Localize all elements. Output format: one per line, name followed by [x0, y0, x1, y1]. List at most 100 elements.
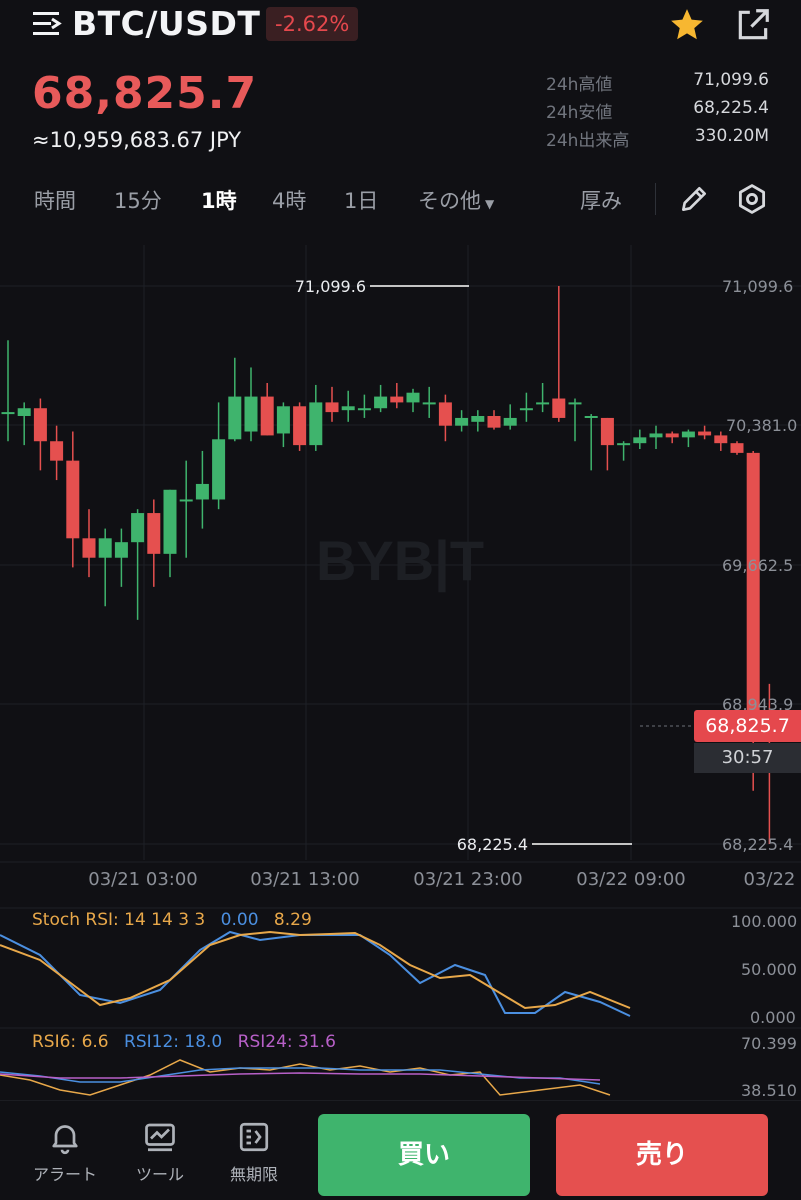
- candle-body: [98, 538, 112, 558]
- y-tick: 69,662.5: [722, 556, 793, 575]
- candle-body: [746, 452, 760, 715]
- symbol-title[interactable]: BTC/USDT: [72, 4, 260, 43]
- nav-perpetual[interactable]: 無期限: [214, 1119, 294, 1185]
- current-price-tag: 68,825.7: [694, 710, 801, 742]
- stoch-label: Stoch RSI: 14 14 3 3: [32, 910, 205, 930]
- candle-body: [147, 513, 161, 554]
- candle-body: [374, 396, 388, 409]
- perpetual-icon: [239, 1122, 269, 1152]
- jpy-equivalent: ≈10,959,683.67 JPY: [32, 128, 242, 152]
- candle-body: [519, 408, 533, 411]
- x-tick: 03/22 1: [743, 869, 801, 890]
- candle-body: [406, 392, 420, 403]
- nav-alert-label: アラート: [32, 1165, 97, 1184]
- nav-tools-label: ツール: [135, 1165, 184, 1184]
- rsi-tick: 38.510: [741, 1081, 797, 1100]
- stoch-tick: 0.000: [750, 1008, 796, 1027]
- stat-label-24h-high: 24h高値: [546, 75, 613, 95]
- candle-countdown: 30:57: [694, 743, 801, 773]
- candle-body: [455, 417, 469, 426]
- candle-body: [617, 443, 631, 446]
- candle-body: [584, 415, 598, 418]
- rsi24-line: [0, 1072, 601, 1081]
- divider: [655, 183, 656, 215]
- candle-body: [536, 402, 550, 405]
- watermark-logo: BYB|T: [316, 529, 484, 593]
- nav-tools[interactable]: ツール: [120, 1119, 200, 1185]
- candle-body: [357, 408, 371, 411]
- candle-body: [293, 406, 307, 446]
- candle-body: [714, 435, 728, 444]
- low-marker-label: 68,225.4: [457, 835, 528, 854]
- candle-body: [325, 402, 339, 413]
- candle-body: [665, 433, 679, 438]
- favorite-star-icon[interactable]: [668, 6, 706, 44]
- tf-more-label: その他: [418, 189, 481, 213]
- candle-body: [698, 431, 712, 436]
- chart-tool-icon: [145, 1123, 175, 1152]
- x-tick: 03/21 03:00: [88, 869, 197, 890]
- y-tick: 70,381.0: [726, 416, 797, 435]
- candle-body: [212, 439, 226, 500]
- candle-body: [487, 415, 501, 428]
- candle-body: [114, 542, 128, 558]
- menu-icon[interactable]: [32, 10, 64, 38]
- rsi-panel: RSI6: 6.6 RSI12: 18.0 RSI24: 31.6 70.399…: [0, 1032, 797, 1100]
- rsi6-label: RSI6: 6.6: [32, 1032, 109, 1052]
- candle-body: [633, 437, 647, 444]
- tf-1h[interactable]: 1時: [201, 185, 237, 215]
- settings-gear-icon[interactable]: [735, 182, 769, 216]
- candle-body: [131, 513, 145, 543]
- stat-value-24h-high: 71,099.6: [693, 70, 769, 90]
- candle-body: [422, 402, 436, 405]
- rsi12-line: [0, 1067, 601, 1085]
- tf-more[interactable]: その他 ▼: [418, 185, 494, 215]
- external-link-icon[interactable]: [734, 6, 772, 44]
- rsi-tick: 70.399: [741, 1034, 797, 1053]
- candle-body: [552, 398, 566, 418]
- stat-value-24h-volume: 330.20M: [694, 126, 769, 146]
- tf-time[interactable]: 時間: [34, 185, 76, 215]
- tf-1d[interactable]: 1日: [344, 185, 378, 215]
- buy-button[interactable]: 買い: [318, 1114, 530, 1196]
- candle-body: [179, 499, 193, 502]
- stoch-d-value: 8.29: [274, 910, 312, 930]
- candle-body: [33, 408, 47, 442]
- depth-tab[interactable]: 厚み: [580, 185, 622, 215]
- candle-body: [309, 402, 323, 446]
- draw-pen-icon[interactable]: [678, 183, 710, 215]
- tf-15m[interactable]: 15分: [114, 185, 162, 215]
- last-price: 68,825.7: [32, 68, 258, 119]
- candle-body: [195, 483, 209, 500]
- high-marker-label: 71,099.6: [295, 277, 366, 296]
- rsi-legend: RSI6: 6.6 RSI12: 18.0 RSI24: 31.6: [32, 1032, 336, 1052]
- y-tick: 71,099.6: [722, 277, 793, 296]
- candle-body: [730, 443, 744, 453]
- candle-body: [260, 396, 274, 436]
- sell-button[interactable]: 売り: [556, 1114, 768, 1196]
- candle-body: [50, 441, 64, 461]
- stoch-k-line: [0, 930, 631, 1017]
- y-tick: 68,225.4: [722, 835, 793, 854]
- low-marker: 68,225.4: [457, 835, 632, 854]
- candle-body: [82, 538, 96, 558]
- x-tick: 03/21 23:00: [413, 869, 522, 890]
- candle-body: [681, 431, 695, 438]
- stoch-tick: 100.000: [731, 912, 797, 931]
- candle-body: [276, 406, 290, 434]
- high-marker: 71,099.6: [295, 277, 469, 296]
- nav-alert[interactable]: アラート: [25, 1119, 105, 1185]
- bottom-action-bar: アラート ツール 無期限 買い 売り: [0, 1100, 801, 1200]
- candlestick-chart[interactable]: BYB|T 71,099.6 68,225.4 71,099.6 70,381.…: [0, 240, 801, 1100]
- price-change-badge: -2.62%: [266, 7, 359, 41]
- candle-body: [163, 489, 177, 554]
- candle-body: [503, 417, 517, 426]
- stat-label-24h-volume: 24h出来高: [546, 131, 630, 151]
- candle-body: [390, 396, 404, 403]
- candle-body: [600, 417, 614, 446]
- chevron-down-icon: ▼: [485, 197, 495, 211]
- candle-body: [228, 396, 242, 440]
- tf-4h[interactable]: 4時: [272, 185, 306, 215]
- stoch-legend: Stoch RSI: 14 14 3 3 0.00 8.29: [32, 910, 312, 930]
- candle-body: [438, 402, 452, 426]
